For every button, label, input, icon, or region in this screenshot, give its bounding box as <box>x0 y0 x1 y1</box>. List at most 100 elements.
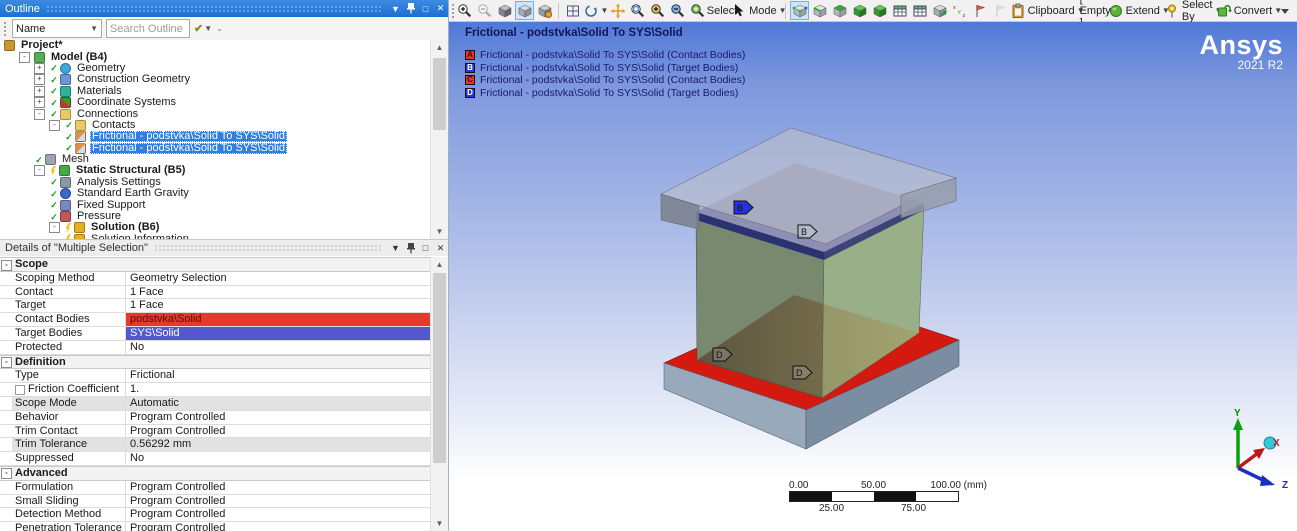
viewports-button[interactable] <box>563 1 582 20</box>
outline-close-icon[interactable]: ✕ <box>433 2 448 16</box>
collapse-icon[interactable]: - <box>1 357 12 368</box>
box-zoom-button[interactable] <box>628 1 647 20</box>
tree-item-label[interactable]: Connections <box>75 109 140 120</box>
tree-item-label[interactable]: Materials <box>75 86 124 97</box>
tree-item[interactable]: ✓Mesh <box>0 154 431 165</box>
select-mode-dropdown[interactable]: Mode▼ <box>737 1 781 20</box>
collapse-icon[interactable]: - <box>19 52 30 63</box>
zoom-out-button[interactable] <box>475 1 494 20</box>
details-pin-icon[interactable] <box>403 241 418 255</box>
details-close-icon[interactable]: ✕ <box>433 241 448 255</box>
tree-item-label[interactable]: Pressure <box>75 211 123 222</box>
tree-item-label[interactable]: Analysis Settings <box>75 177 163 188</box>
tree-item[interactable]: ✓Fixed Support <box>0 199 431 210</box>
property-value[interactable]: No <box>126 452 431 465</box>
collapse-icon[interactable]: - <box>34 165 45 176</box>
tree-item[interactable]: ✓Standard Earth Gravity <box>0 188 431 199</box>
scrollbar-thumb[interactable] <box>433 273 446 463</box>
selectby-dropdown[interactable]: Select By▼ <box>1164 1 1222 20</box>
clipboard-dropdown[interactable]: Clipboard▼ <box>1018 1 1076 20</box>
property-value[interactable]: 1 Face <box>126 299 431 312</box>
extend-adjacent-button[interactable] <box>930 1 949 20</box>
zoom-fit-button[interactable] <box>688 1 707 20</box>
shaded-exterior-button[interactable] <box>495 1 514 20</box>
triad-z-axis[interactable] <box>1260 475 1275 486</box>
property-value[interactable]: Frictional <box>126 369 431 382</box>
scroll-down-icon[interactable]: ▼ <box>431 516 448 531</box>
scroll-down-icon[interactable]: ▼ <box>431 224 448 239</box>
collapse-icon[interactable]: - <box>34 109 45 120</box>
details-titlebar[interactable]: Details of "Multiple Selection" ▼ □ ✕ <box>0 239 448 256</box>
tree-item[interactable]: +✓Geometry <box>0 63 431 74</box>
select-nodes-button[interactable] <box>870 1 889 20</box>
outline-titlebar[interactable]: Outline ▼ □ ✕ <box>0 0 448 17</box>
tree-item[interactable]: -✓Connections <box>0 108 431 119</box>
filter-bodies-button[interactable] <box>850 1 869 20</box>
pan-button[interactable] <box>608 1 627 20</box>
tree-item-label[interactable]: Fixed Support <box>75 200 147 211</box>
details-scrollbar[interactable]: ▲ ▼ <box>430 257 448 531</box>
expand-icon[interactable]: + <box>34 63 45 74</box>
property-value[interactable]: podstvka\Solid <box>126 313 431 326</box>
flag-gray-button[interactable] <box>990 1 1009 20</box>
outline-pin-icon[interactable] <box>403 2 418 16</box>
tree-item-label[interactable]: Construction Geometry <box>75 74 192 85</box>
tree-item[interactable]: ✓Analysis Settings <box>0 177 431 188</box>
property-value[interactable]: Program Controlled <box>126 495 431 508</box>
select-elements-button[interactable] <box>890 1 909 20</box>
tree-item-label[interactable]: Mesh <box>60 154 91 165</box>
filter-edges-button[interactable] <box>810 1 829 20</box>
outline-maximize-icon[interactable]: □ <box>418 2 433 16</box>
outline-expand-options-button[interactable]: ✔ ▼ <box>194 22 212 35</box>
outline-search-input[interactable]: Search Outline <box>106 19 190 38</box>
tree-item[interactable]: -Static Structural (B5) <box>0 165 431 176</box>
property-value[interactable]: SYS\Solid <box>126 327 431 340</box>
tree-item[interactable]: Project* <box>0 40 431 51</box>
toolbar-overflow[interactable] <box>1276 1 1295 20</box>
property-value[interactable]: Program Controlled <box>126 508 431 521</box>
select-element-faces-button[interactable] <box>910 1 929 20</box>
tree-item-label[interactable]: Project* <box>19 40 65 51</box>
scrollbar-thumb[interactable] <box>433 58 446 130</box>
tree-item[interactable]: ✓Frictional - podstvka\Solid To SYS\Soli… <box>0 131 431 142</box>
expand-icon[interactable]: + <box>34 97 45 108</box>
tree-item-label[interactable]: Standard Earth Gravity <box>75 188 191 199</box>
zoom-out-tool-button[interactable] <box>668 1 687 20</box>
rotate-button[interactable]: ▼ <box>583 1 607 20</box>
toolbar-drag-handle[interactable] <box>3 21 8 37</box>
toolbar-drag-handle[interactable] <box>451 3 454 19</box>
scroll-up-icon[interactable]: ▲ <box>431 257 448 272</box>
tree-item-label[interactable]: Coordinate Systems <box>75 97 178 108</box>
property-value[interactable]: Program Controlled <box>126 522 431 531</box>
collapse-icon[interactable]: - <box>1 260 12 271</box>
tree-item[interactable]: -Solution (B6) <box>0 222 431 233</box>
graphics-mode-button[interactable] <box>515 1 534 20</box>
property-value[interactable]: Geometry Selection <box>126 272 431 285</box>
geometry-viewport[interactable]: B B D D Y <box>449 22 1297 531</box>
zoom-in-button[interactable] <box>455 1 474 20</box>
filter-faces-button[interactable] <box>830 1 849 20</box>
details-maximize-icon[interactable]: □ <box>418 241 433 255</box>
collapse-icon[interactable]: - <box>49 222 60 233</box>
collapse-icon[interactable]: - <box>1 468 12 479</box>
tree-item[interactable]: +✓Materials <box>0 86 431 97</box>
scroll-up-icon[interactable]: ▲ <box>431 40 448 55</box>
extend-dropdown[interactable]: Extend▼ <box>1114 1 1163 20</box>
property-value[interactable]: No <box>126 341 431 354</box>
parameter-checkbox[interactable] <box>15 385 25 395</box>
tree-item[interactable]: -Model (B4) <box>0 51 431 62</box>
collapse-icon[interactable]: - <box>49 120 60 131</box>
tree-item-label[interactable]: Frictional - podstvka\Solid To SYS\Solid <box>90 143 287 154</box>
outline-filter-combobox[interactable]: Name ▼ <box>12 19 102 38</box>
flag-annotation-button[interactable] <box>970 1 989 20</box>
expand-icon[interactable]: + <box>34 74 45 85</box>
tree-item[interactable]: +✓Construction Geometry <box>0 74 431 85</box>
triad-y-axis[interactable] <box>1233 418 1243 430</box>
filter-vertices-button[interactable] <box>790 1 809 20</box>
outline-menu-dropdown-icon[interactable]: ▼ <box>388 2 403 16</box>
property-value[interactable]: 1. <box>126 383 431 396</box>
zoom-in-tool-button[interactable] <box>648 1 667 20</box>
tree-item[interactable]: ✓Pressure <box>0 211 431 222</box>
tree-item-label[interactable]: Frictional - podstvka\Solid To SYS\Solid <box>90 131 287 142</box>
orientation-triad[interactable]: Y X Z <box>1233 408 1288 491</box>
